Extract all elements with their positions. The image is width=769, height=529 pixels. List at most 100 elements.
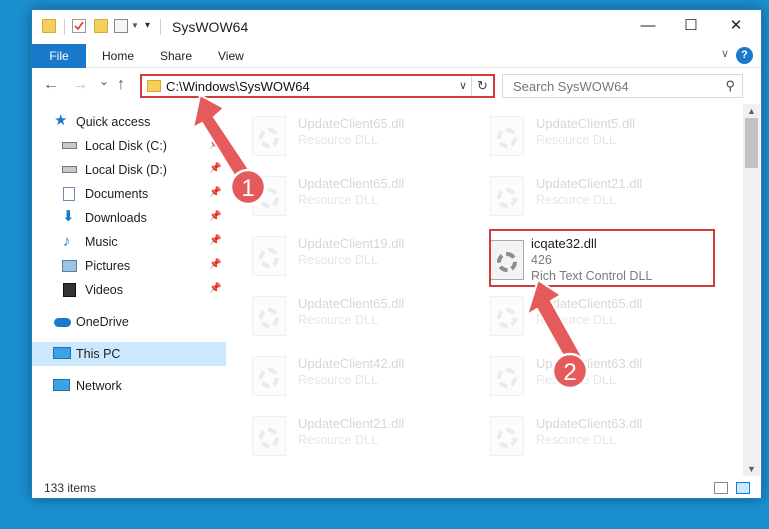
pin-icon: 📌 [209,235,222,246]
sidebar-item-quick-access[interactable]: ★ Quick access [32,110,226,134]
properties-icon[interactable] [72,19,86,33]
expand-ribbon-icon[interactable]: ∨ [721,47,729,60]
search-placeholder: Search SysWOW64 [513,79,629,94]
scroll-up-icon[interactable]: ▲ [747,106,756,116]
dll-file-icon [252,296,286,336]
divider [160,19,161,35]
maximize-button[interactable]: ☐ [668,10,714,42]
dll-file-icon [490,296,524,336]
cloud-icon [54,318,71,327]
help-button[interactable]: ? [736,47,753,64]
folder-icon [147,80,161,92]
file-type: Resource DLL [298,373,378,387]
forward-button[interactable]: → [72,76,88,94]
close-button[interactable]: ✕ [713,10,759,42]
file-name: UpdateClient42.dll [298,356,405,371]
file-type: Resource DLL [536,313,616,327]
file-tile[interactable]: UpdateClient65.dll Resource DLL [244,110,469,162]
sidebar-item-local-disk-c[interactable]: Local Disk (C:) 📌 [32,134,226,158]
sidebar-item-label: Local Disk (D:) [85,163,167,177]
file-tile[interactable]: UpdateClient5.dll Resource DLL [482,110,707,162]
download-icon: ⬇ [62,208,75,225]
file-name: UpdateClient65.dll [298,296,405,311]
ribbon-tabs: File Home Share View ∨ ? [32,44,761,68]
back-button[interactable]: ← [43,76,59,94]
recent-locations-button[interactable]: ⌄ [99,74,109,88]
star-icon: ★ [54,112,68,129]
file-highlight-box [489,229,715,287]
file-type: Resource DLL [536,193,616,207]
sidebar-item-this-pc[interactable]: This PC [32,342,226,366]
tiles-view-button[interactable] [736,482,750,494]
sidebar-item-local-disk-d[interactable]: Local Disk (D:) 📌 [32,158,226,182]
dll-file-icon [252,236,286,276]
up-button[interactable]: ↑ [117,76,125,94]
file-tile[interactable]: UpdateClient65.dll Resource DLL [244,290,469,342]
file-type: Resource DLL [298,193,378,207]
sidebar-item-music[interactable]: ♪ Music 📌 [32,230,226,254]
sidebar-item-videos[interactable]: Videos 📌 [32,278,226,302]
dll-file-icon [490,356,524,396]
sidebar-item-network[interactable]: Network [32,374,226,398]
pin-icon: 📌 [209,283,222,294]
file-name: UpdateClient5.dll [536,116,636,131]
sidebar-item-label: Quick access [76,115,151,129]
new-folder-icon[interactable] [94,19,108,33]
vertical-scrollbar[interactable]: ▲ ▼ [743,104,760,476]
address-bar[interactable]: C:\Windows\SysWOW64 ∨ ↻ [140,74,495,98]
file-list: UpdateClient65.dll Resource DLL UpdateCl… [244,104,743,474]
videos-icon [63,283,76,297]
file-tile[interactable]: UpdateClient21.dll Resource DLL [482,170,707,222]
sidebar-item-onedrive[interactable]: OneDrive [32,310,226,334]
file-name: UpdateClient65.dll [536,296,643,311]
file-type: Resource DLL [298,253,378,267]
scrollbar-thumb[interactable] [745,118,758,168]
file-tile[interactable]: UpdateClient65.dll Resource DLL [244,170,469,222]
pin-icon: 📌 [209,163,222,174]
sidebar-item-label: This PC [76,347,121,361]
file-type: Resource DLL [536,433,616,447]
sidebar-item-label: OneDrive [76,315,129,329]
chevron-down-icon[interactable]: ▼ [131,21,139,30]
dll-file-icon [490,116,524,156]
folder-icon [42,19,56,33]
sidebar-item-downloads[interactable]: ⬇ Downloads 📌 [32,206,226,230]
file-tile[interactable]: UpdateClient65.dll Resource DLL [482,290,707,342]
file-tile[interactable]: UpdateClient19.dll Resource DLL [244,230,469,282]
details-view-button[interactable] [714,482,728,494]
computer-icon [53,347,71,359]
tab-file[interactable]: File [32,44,86,68]
search-input[interactable]: Search SysWOW64 ⚲ [502,74,743,98]
file-tile[interactable]: UpdateClient63.dll Resource DLL [482,410,707,462]
network-icon [53,379,70,391]
file-tile[interactable]: UpdateClient21.dll Resource DLL [244,410,469,462]
tab-share[interactable]: Share [160,44,192,68]
quick-access-dropdown-icon[interactable]: ▾ [145,20,150,31]
navigation-bar: ← → ⌄ ↑ C:\Windows\SysWOW64 ∨ ↻ Search S… [32,68,761,104]
sidebar-item-label: Network [76,379,122,393]
sidebar-item-label: Pictures [85,259,131,273]
sidebar-item-pictures[interactable]: Pictures 📌 [32,254,226,278]
file-tile[interactable]: UpdateClient42.dll Resource DLL [244,350,469,402]
item-count: 133 items [44,481,97,495]
pin-icon: 📌 [209,187,222,198]
navigation-pane: ★ Quick access Local Disk (C:) 📌 Local D… [32,104,226,474]
pin-icon: 📌 [209,139,222,150]
dll-file-icon [490,176,524,216]
chevron-down-icon[interactable]: ∨ [459,79,467,92]
tab-view[interactable]: View [218,44,244,68]
divider [64,19,65,35]
refresh-button[interactable]: ↻ [471,76,493,96]
file-name: UpdateClient65.dll [298,116,405,131]
sidebar-item-documents[interactable]: Documents 📌 [32,182,226,206]
file-name: UpdateClient63.dll [536,416,643,431]
customize-toolbar-icon[interactable] [114,19,128,33]
tab-home[interactable]: Home [102,44,134,68]
file-tile[interactable]: UpdateClient63.dll Resource DLL [482,350,707,402]
minimize-button[interactable]: — [625,10,671,42]
address-path[interactable]: C:\Windows\SysWOW64 [166,79,310,94]
scroll-down-icon[interactable]: ▼ [747,464,756,474]
file-type: Resource DLL [298,433,378,447]
search-icon[interactable]: ⚲ [725,78,735,94]
dll-file-icon [252,116,286,156]
